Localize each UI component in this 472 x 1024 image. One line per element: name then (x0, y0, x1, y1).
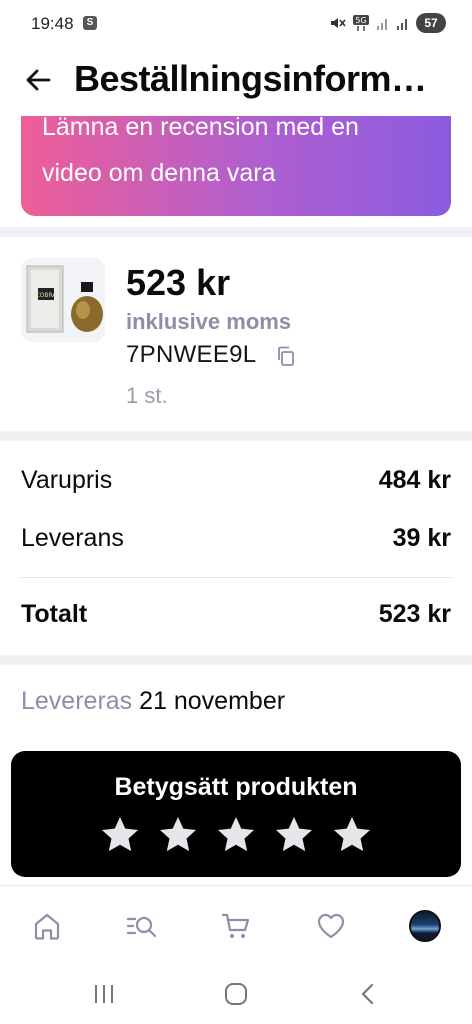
total-value: 523 kr (378, 600, 451, 628)
back-button[interactable] (18, 60, 58, 100)
quantity: 1 st. (126, 383, 168, 408)
5g-icon: 5G (353, 15, 369, 31)
product-price: 523 kr (126, 262, 231, 303)
system-navigation-bar (0, 967, 472, 1024)
section-divider (0, 227, 472, 237)
item-price-value: 484 kr (378, 466, 451, 494)
signal-icon (377, 19, 387, 30)
app-header: Beställningsinformation (0, 46, 472, 116)
delivery-label: Levereras (21, 687, 133, 715)
cart-icon (221, 913, 250, 938)
nav-profile[interactable] (405, 906, 445, 946)
arrow-left-icon (26, 69, 51, 91)
rate-title: Betygsätt produkten (114, 773, 358, 801)
home-button[interactable] (221, 979, 251, 1009)
svg-text:5G: 5G (355, 16, 366, 25)
nav-catalog-search[interactable] (122, 906, 162, 946)
page-title: Beställningsinformation (74, 58, 444, 99)
item-price-label: Varupris (21, 466, 113, 494)
nav-favorites[interactable] (311, 906, 351, 946)
tax-note: inklusive moms (126, 309, 292, 334)
chevron-left-icon (361, 983, 374, 1005)
delivery-info: Levereras 21 november (21, 687, 285, 716)
recent-apps-button[interactable] (89, 979, 119, 1009)
star-icon[interactable] (274, 815, 314, 855)
bottom-navigation (0, 885, 472, 967)
mute-icon (331, 18, 346, 28)
review-banner-text: Lämna en recension med en video om denna… (42, 116, 359, 187)
star-rating (11, 815, 461, 855)
app-notification-icon: S (83, 16, 97, 30)
summary-divider (21, 577, 451, 578)
signal-icon-2 (397, 19, 407, 30)
nav-cart[interactable] (216, 906, 256, 946)
section-divider (0, 431, 472, 441)
status-time: 19:48 (31, 14, 74, 33)
system-back-button[interactable] (353, 979, 383, 1009)
total-label: Totalt (21, 600, 88, 628)
heart-icon (317, 913, 345, 939)
delivery-date: 21 november (139, 687, 286, 715)
star-icon[interactable] (332, 815, 372, 855)
status-bar: 19:48 S 5G 57 (0, 0, 472, 46)
star-icon[interactable] (216, 815, 256, 855)
search-list-icon (126, 916, 157, 938)
copy-icon[interactable] (275, 345, 297, 367)
perfume-image: COBRA (21, 258, 105, 342)
product-code: 7PNWEE9L (126, 341, 257, 368)
rate-product-card: Betygsätt produkten (11, 751, 461, 877)
video-review-banner[interactable]: Lämna en recension med en video om denna… (21, 116, 451, 216)
nav-home[interactable] (27, 906, 67, 946)
status-icons: 5G 57 (328, 13, 446, 33)
star-icon[interactable] (100, 815, 140, 855)
star-icon[interactable] (158, 815, 198, 855)
home-icon (34, 913, 60, 940)
home-square-icon (225, 983, 247, 1005)
profile-avatar (409, 910, 441, 942)
product-image[interactable]: COBRA (21, 258, 105, 342)
shipping-label: Leverans (21, 524, 124, 552)
battery-icon: 57 (416, 13, 446, 33)
section-divider (0, 655, 472, 665)
svg-text:COBRA: COBRA (35, 292, 57, 299)
shipping-value: 39 kr (392, 524, 451, 552)
recent-apps-icon (95, 985, 113, 1003)
